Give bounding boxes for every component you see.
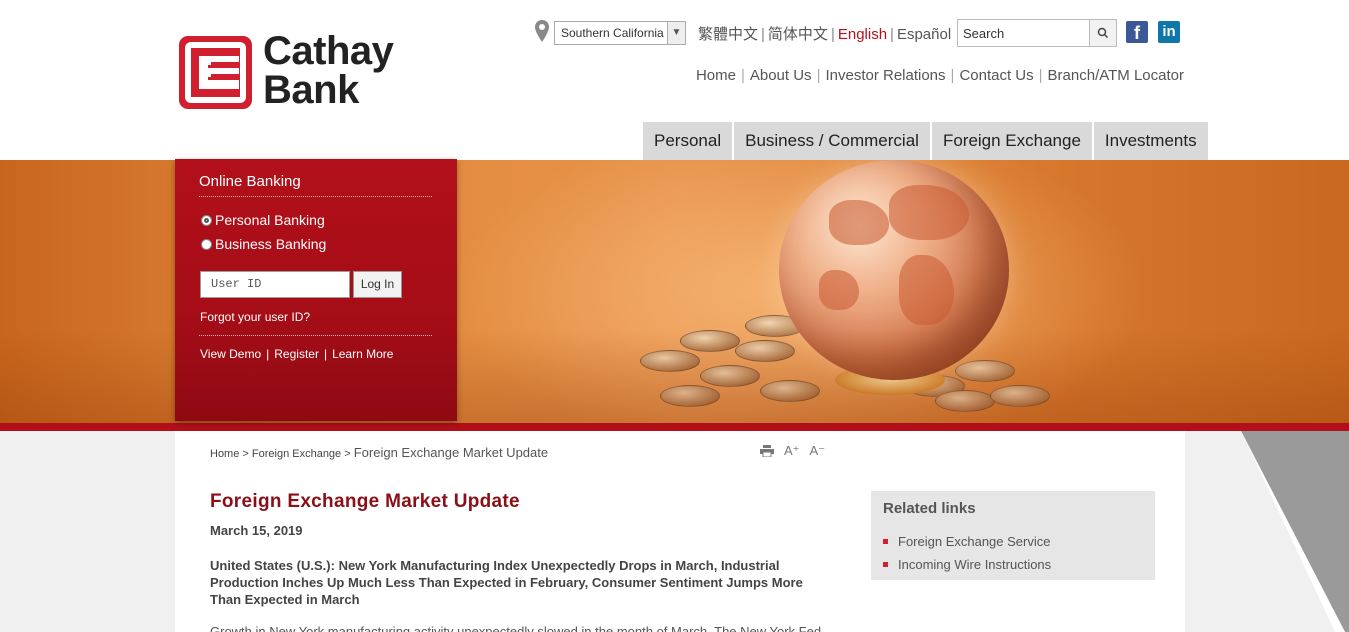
divider (199, 196, 432, 197)
nav-branch-atm-locator[interactable]: Branch/ATM Locator (1048, 67, 1184, 84)
breadcrumb-foreign-exchange[interactable]: Foreign Exchange (252, 448, 341, 460)
link-separator: | (266, 347, 270, 361)
chevron-down-icon: ▼ (667, 22, 685, 44)
nav-home[interactable]: Home (696, 67, 736, 84)
facebook-icon[interactable]: f (1126, 21, 1148, 43)
lang-separator: | (830, 26, 835, 43)
learn-more-link[interactable]: Learn More (332, 347, 393, 361)
facebook-icon-glyph: f (1134, 23, 1140, 43)
forgot-user-id-link[interactable]: Forgot your user ID? (200, 310, 310, 324)
related-link-label: Foreign Exchange Service (898, 534, 1051, 549)
region-select-value: Southern California (561, 26, 664, 40)
nav-contact-us[interactable]: Contact Us (959, 67, 1033, 84)
logo-wordmark: Cathay Bank (263, 29, 394, 112)
tab-personal[interactable]: Personal (643, 122, 733, 160)
online-banking-panel: Online Banking Personal Banking Business… (175, 159, 457, 421)
increase-font-button[interactable]: A⁺ (784, 443, 800, 459)
related-links-title: Related links (883, 500, 976, 517)
nav-investor-relations[interactable]: Investor Relations (825, 67, 945, 84)
linkedin-icon-glyph: in (1162, 23, 1176, 40)
logo-word-bank: Bank (263, 68, 359, 112)
breadcrumb-home[interactable]: Home (210, 448, 239, 460)
search-icon (1097, 27, 1109, 39)
radio-business-banking-label: Business Banking (215, 236, 327, 252)
globe-land (819, 270, 859, 310)
lang-traditional-chinese[interactable]: 繁體中文 (698, 26, 758, 43)
linkedin-icon[interactable]: in (1158, 21, 1180, 43)
log-in-button[interactable]: Log In (353, 271, 402, 298)
related-link-label: Incoming Wire Instructions (898, 557, 1052, 572)
bullet-icon (883, 539, 888, 544)
nav-separator: | (816, 67, 821, 84)
decorative-diagonal (1241, 431, 1349, 632)
online-banking-title: Online Banking (199, 173, 301, 190)
divider (199, 335, 432, 336)
cathay-bank-logo[interactable]: Cathay Bank (179, 31, 419, 112)
related-link-foreign-exchange-service[interactable]: Foreign Exchange Service (883, 530, 1051, 553)
tab-business-commercial[interactable]: Business / Commercial (734, 122, 930, 160)
main-nav: Personal Business / Commercial Foreign E… (643, 122, 1208, 160)
nav-about-us[interactable]: About Us (750, 67, 812, 84)
globe-land (889, 185, 969, 240)
related-link-incoming-wire-instructions[interactable]: Incoming Wire Instructions (883, 553, 1051, 576)
language-switcher: 繁體中文 | 简体中文 | English | Español (698, 23, 951, 44)
print-icon[interactable] (760, 445, 774, 457)
location-pin-icon (535, 20, 549, 42)
search-input[interactable] (958, 20, 1088, 46)
article-lead: United States (U.S.): New York Manufactu… (210, 558, 803, 607)
related-links-box: Related links Foreign Exchange Service I… (871, 491, 1155, 580)
lang-separator: | (890, 26, 894, 43)
lang-english[interactable]: English (838, 26, 887, 43)
view-demo-link[interactable]: View Demo (200, 347, 261, 361)
tab-investments[interactable]: Investments (1093, 122, 1208, 160)
decrease-font-button[interactable]: A⁻ (810, 443, 826, 459)
page-title: Foreign Exchange Market Update (210, 491, 520, 512)
lang-separator: | (761, 26, 765, 43)
article-body: Growth in New York manufacturing activit… (210, 624, 822, 632)
bullet-icon (883, 562, 888, 567)
search-button[interactable] (1089, 20, 1116, 46)
radio-unselected-icon (201, 238, 212, 250)
link-separator: | (323, 347, 328, 361)
radio-selected-icon (201, 214, 212, 226)
radio-business-banking[interactable]: Business Banking (201, 236, 326, 252)
page-tools: A⁺ A⁻ (760, 443, 825, 459)
user-id-input[interactable]: User ID (200, 271, 350, 298)
search-box (957, 19, 1117, 47)
article-date: March 15, 2019 (210, 523, 303, 538)
globe-land (899, 255, 954, 325)
lang-simplified-chinese[interactable]: 简体中文 (768, 26, 828, 43)
register-link[interactable]: Register (274, 347, 319, 361)
login-links: View Demo | Register | Learn More (200, 347, 393, 361)
hero-red-band (0, 423, 1349, 431)
tab-foreign-exchange[interactable]: Foreign Exchange (931, 122, 1092, 160)
utility-nav: Home | About Us | Investor Relations | Contact… (696, 67, 1184, 84)
region-select[interactable]: Southern California ▼ (554, 21, 686, 45)
nav-separator: | (1038, 67, 1043, 84)
breadcrumb-current: Foreign Exchange Market Update (353, 445, 549, 460)
globe-land (829, 200, 889, 245)
related-links-list: Foreign Exchange Service Incoming Wire I… (883, 530, 1051, 576)
lang-spanish[interactable]: Español (897, 26, 951, 43)
nav-separator: | (740, 67, 745, 84)
radio-personal-banking-label: Personal Banking (215, 212, 325, 228)
logo-word-cathay: Cathay (263, 29, 394, 73)
radio-personal-banking[interactable]: Personal Banking (201, 212, 325, 228)
nav-separator: | (950, 67, 955, 84)
breadcrumb: Home > Foreign Exchange > Foreign Exchan… (210, 445, 549, 460)
cathay-logo-icon (179, 36, 252, 109)
